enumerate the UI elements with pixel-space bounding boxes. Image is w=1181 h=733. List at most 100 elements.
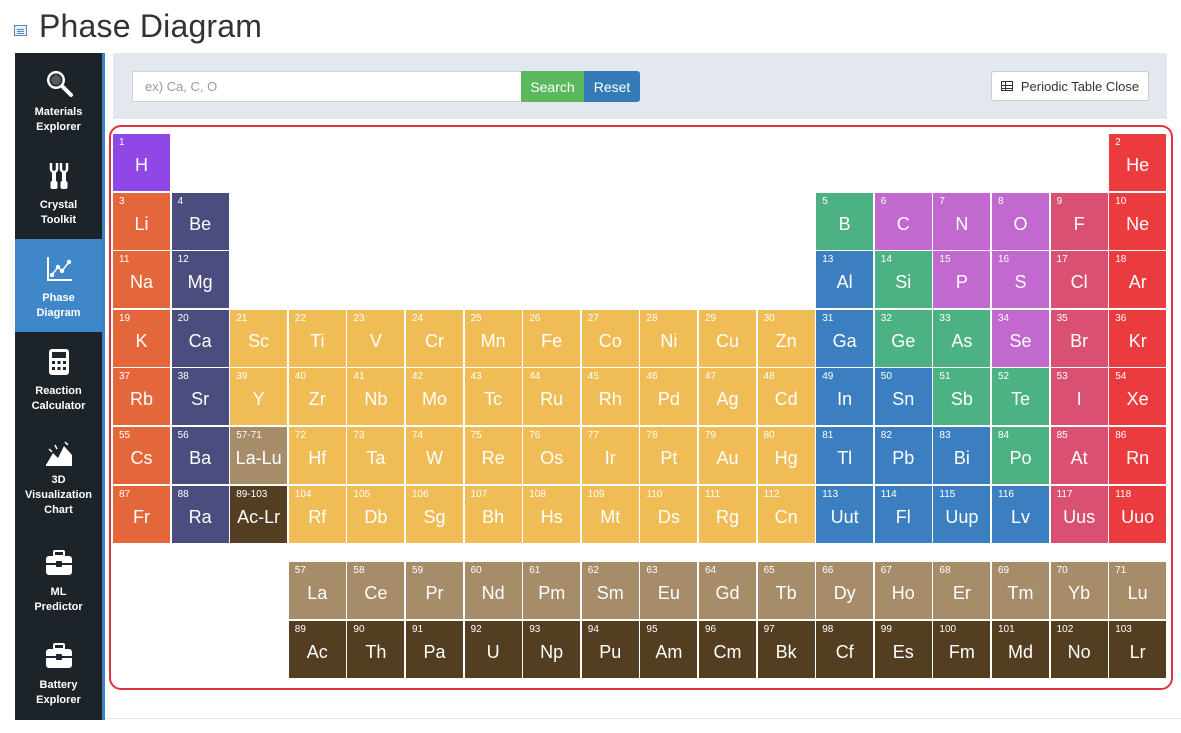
- element-cell-ac[interactable]: 89 Ac: [288, 620, 346, 678]
- element-cell-ar[interactable]: 18 Ar: [1109, 251, 1167, 309]
- element-cell-v[interactable]: 23 V: [347, 309, 405, 367]
- element-cell-hg[interactable]: 80 Hg: [757, 427, 815, 484]
- element-cell-n[interactable]: 7N: [933, 192, 991, 250]
- sidebar-item-ml-predictor[interactable]: ML Predictor: [15, 533, 102, 626]
- element-cell-pt[interactable]: 78 Pt: [640, 427, 698, 484]
- element-cell-nb[interactable]: 41 Nb: [347, 368, 405, 426]
- element-cell-bk[interactable]: 97 Bk: [757, 620, 815, 678]
- element-cell-hs[interactable]: 108 Hs: [523, 485, 581, 543]
- element-cell-cf[interactable]: 98 Cf: [816, 620, 874, 678]
- element-cell-uus[interactable]: 117 Uus: [1050, 485, 1108, 543]
- element-cell-mo[interactable]: 42 Mo: [406, 368, 463, 426]
- element-cell-o[interactable]: 8O: [992, 192, 1049, 250]
- element-cell-ba[interactable]: 56 Ba: [171, 427, 229, 484]
- element-cell-po[interactable]: 84 Po: [992, 427, 1049, 484]
- element-cell-sn[interactable]: 50 Sn: [874, 368, 932, 426]
- element-cell-pu[interactable]: 94 Pu: [581, 620, 639, 678]
- element-cell-se[interactable]: 34 Se: [992, 309, 1049, 367]
- element-cell-pa[interactable]: 91 Pa: [406, 620, 463, 678]
- element-cell-as[interactable]: 33 As: [933, 309, 991, 367]
- element-cell-pm[interactable]: 61 Pm: [523, 562, 581, 620]
- element-cell-uut[interactable]: 113 Uut: [816, 485, 874, 543]
- element-cell-ge[interactable]: 32 Ge: [874, 309, 932, 367]
- element-cell-sr[interactable]: 38 Sr: [171, 368, 229, 426]
- element-cell-xe[interactable]: 54 Xe: [1109, 368, 1167, 426]
- element-cell-no[interactable]: 102 No: [1050, 620, 1108, 678]
- element-cell-uuo[interactable]: 118 Uuo: [1109, 485, 1167, 543]
- element-cell-hf[interactable]: 72 Hf: [288, 427, 346, 484]
- element-cell-ag[interactable]: 47 Ag: [699, 368, 756, 426]
- element-cell-eu[interactable]: 63 Eu: [640, 562, 698, 620]
- element-cell-sm[interactable]: 62 Sm: [581, 562, 639, 620]
- element-cell-tm[interactable]: 69 Tm: [992, 562, 1049, 620]
- element-cell-li[interactable]: 3 Li: [113, 192, 170, 250]
- element-cell-u[interactable]: 92 U: [464, 620, 522, 678]
- element-cell-re[interactable]: 75 Re: [464, 427, 522, 484]
- element-cell-ir[interactable]: 77 Ir: [581, 427, 639, 484]
- element-cell-gd[interactable]: 64 Gd: [699, 562, 756, 620]
- element-cell-zr[interactable]: 40 Zr: [288, 368, 346, 426]
- element-cell-bi[interactable]: 83 Bi: [933, 427, 991, 484]
- element-cell-ac-lr[interactable]: 89-103 Ac-Lr: [230, 485, 288, 543]
- element-cell-os[interactable]: 76 Os: [523, 427, 581, 484]
- element-cell-be[interactable]: 4 Be: [171, 192, 229, 250]
- element-cell-h[interactable]: 1H: [113, 134, 170, 191]
- element-cell-tb[interactable]: 65 Tb: [757, 562, 815, 620]
- element-cell-si[interactable]: 14 Si: [874, 251, 932, 309]
- element-cell-ga[interactable]: 31 Ga: [816, 309, 874, 367]
- periodic-table-close-button[interactable]: Periodic Table Close: [991, 71, 1149, 101]
- element-cell-mg[interactable]: 12 Mg: [171, 251, 229, 309]
- element-cell-te[interactable]: 52 Te: [992, 368, 1049, 426]
- element-cell-la[interactable]: 57 La: [288, 562, 346, 620]
- element-cell-cm[interactable]: 96 Cm: [699, 620, 756, 678]
- element-cell-yb[interactable]: 70 Yb: [1050, 562, 1108, 620]
- element-cell-in[interactable]: 49 In: [816, 368, 874, 426]
- element-cell-pb[interactable]: 82 Pb: [874, 427, 932, 484]
- element-cell-ne[interactable]: 10 Ne: [1109, 192, 1167, 250]
- element-cell-np[interactable]: 93 Np: [523, 620, 581, 678]
- element-cell-dy[interactable]: 66 Dy: [816, 562, 874, 620]
- element-cell-tc[interactable]: 43 Tc: [464, 368, 522, 426]
- element-cell-pr[interactable]: 59 Pr: [406, 562, 463, 620]
- element-cell-b[interactable]: 5B: [816, 192, 874, 250]
- element-cell-i[interactable]: 53 I: [1050, 368, 1108, 426]
- element-cell-cd[interactable]: 48 Cd: [757, 368, 815, 426]
- element-cell-s[interactable]: 16 S: [992, 251, 1049, 309]
- element-cell-pd[interactable]: 46 Pd: [640, 368, 698, 426]
- element-cell-k[interactable]: 19 K: [113, 309, 170, 367]
- sidebar-item-3d-visualization-chart[interactable]: 3D Visualization Chart: [15, 425, 102, 518]
- element-cell-es[interactable]: 99 Es: [874, 620, 932, 678]
- element-cell-f[interactable]: 9F: [1050, 192, 1108, 250]
- element-cell-nd[interactable]: 60 Nd: [464, 562, 522, 620]
- element-cell-at[interactable]: 85 At: [1050, 427, 1108, 484]
- element-cell-al[interactable]: 13 Al: [816, 251, 874, 309]
- element-cell-fr[interactable]: 87 Fr: [113, 485, 170, 543]
- element-cell-fl[interactable]: 114 Fl: [874, 485, 932, 543]
- element-cell-he[interactable]: 2 He: [1109, 134, 1167, 191]
- element-cell-w[interactable]: 74 W: [406, 427, 463, 484]
- sidebar-item-reaction-calculator[interactable]: Reaction Calculator: [15, 332, 102, 425]
- element-cell-rf[interactable]: 104 Rf: [288, 485, 346, 543]
- sidebar-item-phase-diagram[interactable]: Phase Diagram: [15, 239, 102, 332]
- element-cell-er[interactable]: 68 Er: [933, 562, 991, 620]
- element-cell-mt[interactable]: 109 Mt: [581, 485, 639, 543]
- element-cell-mn[interactable]: 25 Mn: [464, 309, 522, 367]
- element-cell-md[interactable]: 101 Md: [992, 620, 1049, 678]
- element-cell-co[interactable]: 27 Co: [581, 309, 639, 367]
- element-cell-tl[interactable]: 81 Tl: [816, 427, 874, 484]
- element-cell-ho[interactable]: 67 Ho: [874, 562, 932, 620]
- element-cell-kr[interactable]: 36 Kr: [1109, 309, 1167, 367]
- element-cell-ce[interactable]: 58 Ce: [347, 562, 405, 620]
- element-cell-sb[interactable]: 51 Sb: [933, 368, 991, 426]
- element-cell-cr[interactable]: 24 Cr: [406, 309, 463, 367]
- element-cell-ra[interactable]: 88 Ra: [171, 485, 229, 543]
- element-cell-db[interactable]: 105 Db: [347, 485, 405, 543]
- element-cell-sg[interactable]: 106 Sg: [406, 485, 463, 543]
- element-cell-lv[interactable]: 116 Lv: [992, 485, 1049, 543]
- element-cell-lu[interactable]: 71 Lu: [1109, 562, 1167, 620]
- sidebar-item-materials-explorer[interactable]: Materials Explorer: [15, 53, 102, 146]
- element-cell-ds[interactable]: 110 Ds: [640, 485, 698, 543]
- element-cell-rh[interactable]: 45 Rh: [581, 368, 639, 426]
- element-cell-na[interactable]: 11 Na: [113, 251, 170, 309]
- element-cell-y[interactable]: 39 Y: [230, 368, 288, 426]
